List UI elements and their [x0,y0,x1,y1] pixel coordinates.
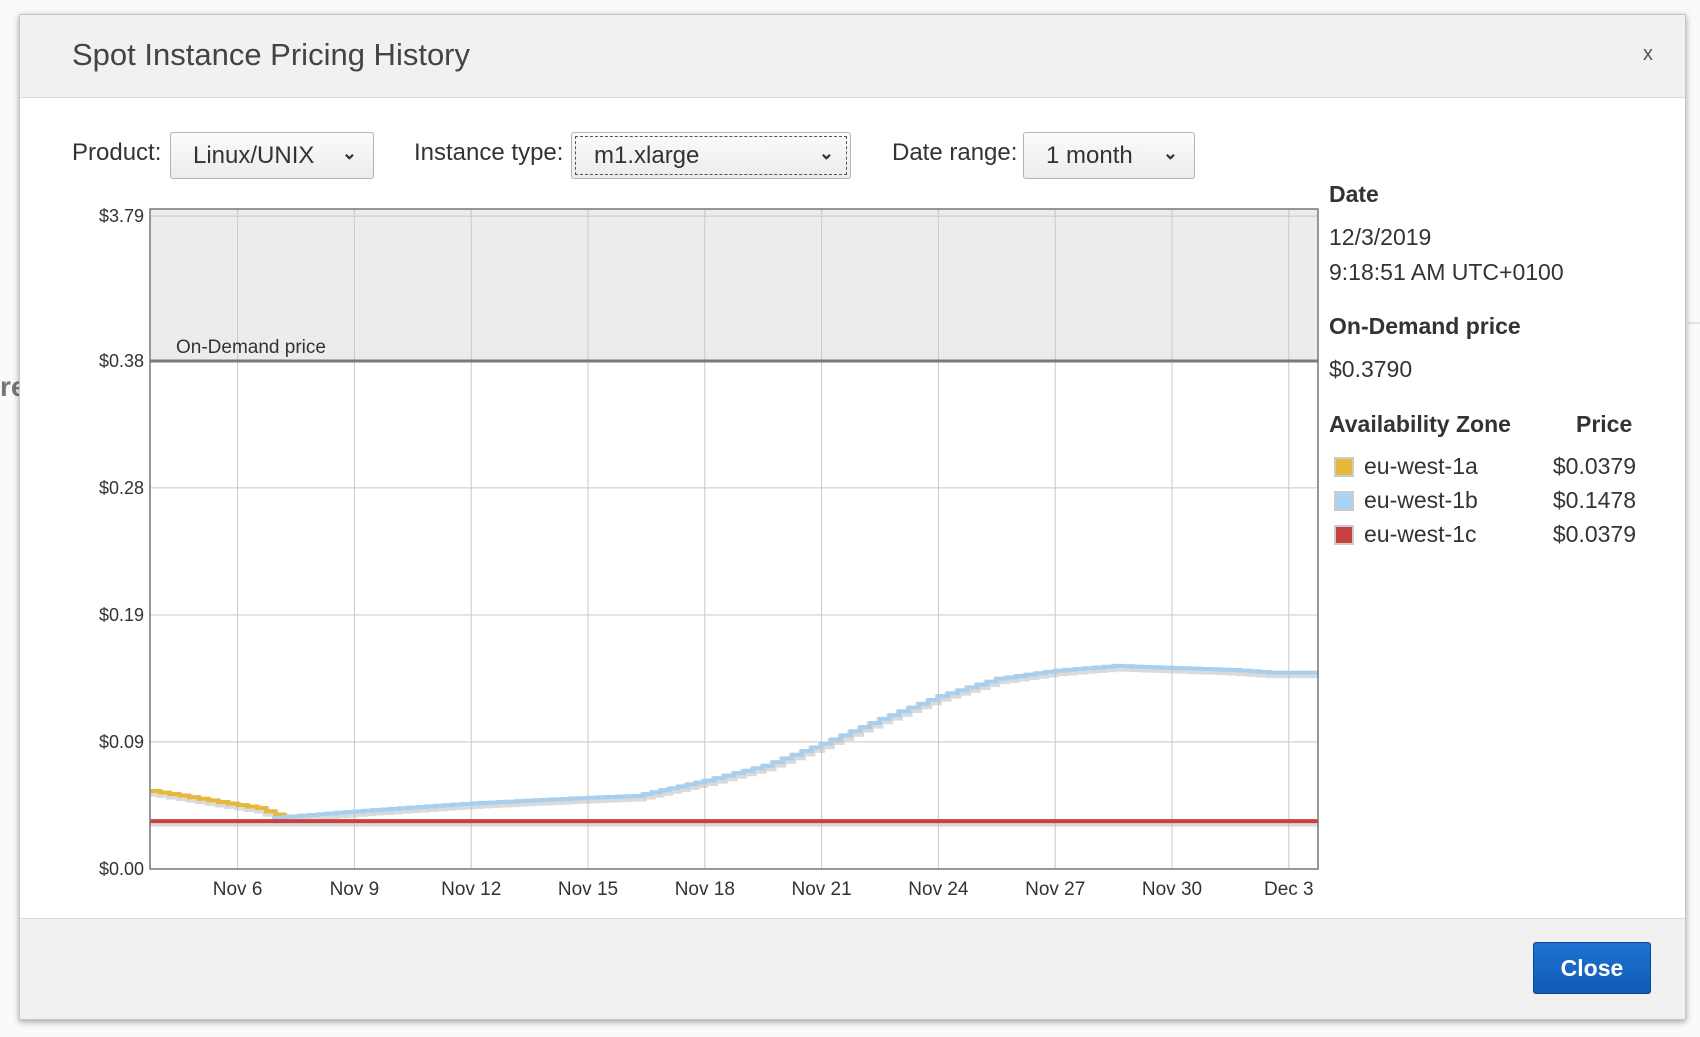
close-button[interactable]: Close [1533,942,1651,994]
product-select[interactable]: Linux/UNIX ⌄ [170,132,374,179]
zone-name: eu-west-1c [1364,521,1477,547]
pricing-history-chart[interactable]: Nov 6 Nov 9 Nov 12 Nov 15 Nov 18 Nov 21 Nov 24… [80,203,1340,903]
x-tick-label: Nov 18 [675,879,735,900]
on-demand-label: On-Demand price [176,337,326,358]
y-tick-label: $0.19 [99,605,144,625]
x-tick-label: Nov 30 [1142,879,1202,900]
chevron-down-icon: ⌄ [818,143,834,163]
y-tick-label: $3.79 [99,206,144,226]
dialog-header: Spot Instance Pricing History x [20,15,1685,98]
x-tick-label: Nov 21 [791,879,851,900]
date-range-label: Date range: [892,139,1018,166]
x-tick-label: Nov 9 [330,879,380,900]
zone-color-swatch [1334,525,1354,545]
zone-color-swatch [1334,457,1354,477]
product-label: Product: [72,139,162,166]
instance-type-label: Instance type: [414,139,564,166]
x-tick-label: Dec 3 [1264,879,1314,900]
zone-price: $0.1478 [1552,487,1636,513]
y-tick-label: $0.28 [99,478,144,498]
x-tick-label: Nov 6 [213,879,263,900]
pricing-history-dialog: Spot Instance Pricing History x Product:… [19,14,1686,1020]
instance-type-select-value: m1.xlarge [594,142,700,169]
zone-name: eu-west-1a [1364,453,1478,479]
time-value: 9:18:51 AM UTC+0100 [1329,259,1564,285]
zone-price: $0.0379 [1552,453,1636,479]
y-tick-label: $0.38 [99,351,144,371]
y-tick-label: $0.09 [99,732,144,752]
zone-price: $0.0379 [1552,521,1636,547]
x-tick-label: Nov 24 [908,879,969,900]
chevron-down-icon: ⌄ [341,143,357,163]
zone-row-eu-west-1b[interactable]: eu-west-1b $0.1478 [1334,487,1636,517]
close-icon[interactable]: x [1643,43,1653,66]
date-range-select[interactable]: 1 month ⌄ [1023,132,1195,179]
date-heading: Date [1329,181,1379,207]
zone-row-eu-west-1c[interactable]: eu-west-1c $0.0379 [1334,521,1636,551]
x-tick-label: Nov 15 [558,879,618,900]
zone-row-eu-west-1a[interactable]: eu-west-1a $0.0379 [1334,453,1636,483]
on-demand-value: $0.3790 [1329,356,1413,382]
dialog-footer: Close [20,918,1685,1019]
zone-color-swatch [1334,491,1354,511]
x-tick-label: Nov 27 [1025,879,1085,900]
y-tick-label: $0.00 [99,859,144,879]
product-select-value: Linux/UNIX [193,142,315,169]
on-demand-heading: On-Demand price [1329,313,1521,339]
chevron-down-icon: ⌄ [1162,143,1178,163]
instance-type-select[interactable]: m1.xlarge ⌄ [571,132,851,179]
dialog-title: Spot Instance Pricing History [72,37,471,72]
price-heading: Price [1576,411,1633,437]
date-range-select-value: 1 month [1046,142,1133,169]
zone-name: eu-west-1b [1364,487,1478,513]
x-tick-label: Nov 12 [441,879,501,900]
availability-zone-heading: Availability Zone [1329,411,1511,437]
date-value: 12/3/2019 [1329,224,1432,250]
background-divider [1688,322,1700,324]
